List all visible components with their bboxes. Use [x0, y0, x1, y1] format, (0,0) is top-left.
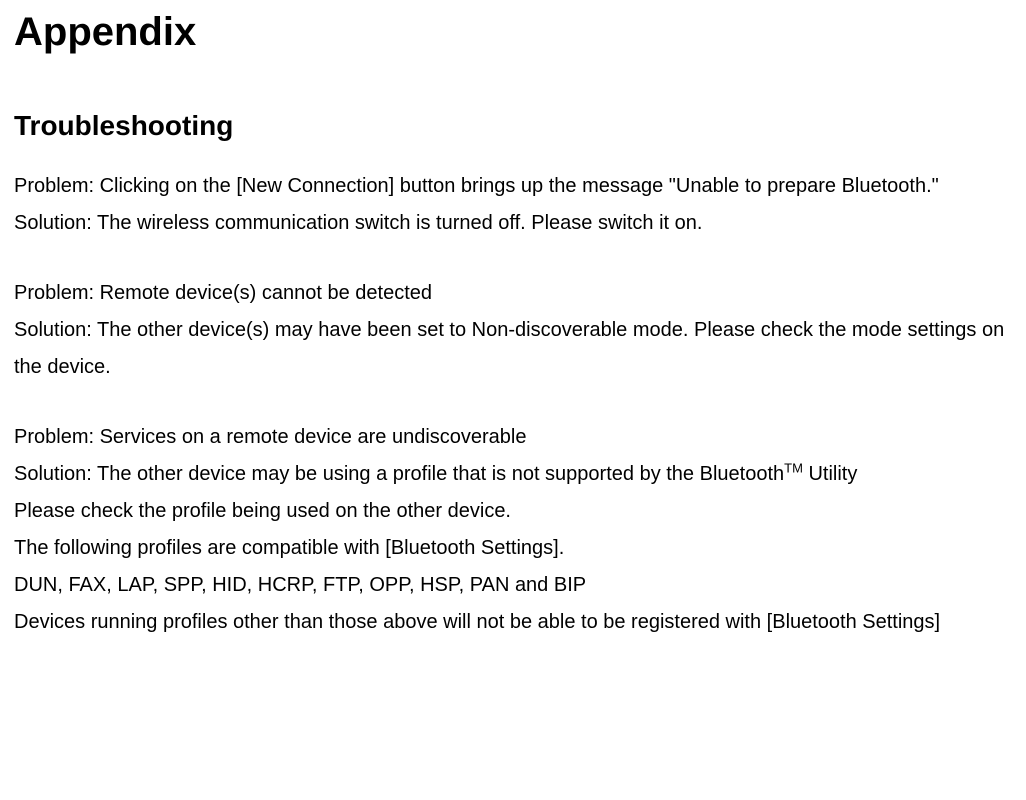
solution-text: Solution: The other device(s) may have b…: [14, 312, 1012, 386]
troubleshoot-block-2: Problem: Remote device(s) cannot be dete…: [14, 275, 1012, 386]
troubleshoot-block-3: Problem: Services on a remote device are…: [14, 419, 1012, 641]
solution-text: Solution: The wireless communication swi…: [14, 205, 1012, 242]
solution-pre: Solution: The other device may be using …: [14, 463, 784, 485]
problem-text: Problem: Clicking on the [New Connection…: [14, 168, 1012, 205]
section-heading: Troubleshooting: [14, 108, 1012, 144]
troubleshoot-block-1: Problem: Clicking on the [New Connection…: [14, 168, 1012, 242]
trademark-symbol: TM: [784, 461, 803, 476]
solution-text: Solution: The other device may be using …: [14, 456, 1012, 493]
solution-detail: Please check the profile being used on t…: [14, 493, 1012, 530]
profile-list: DUN, FAX, LAP, SPP, HID, HCRP, FTP, OPP,…: [14, 567, 1012, 604]
solution-detail: Devices running profiles other than thos…: [14, 604, 1012, 641]
solution-post: Utility: [803, 463, 857, 485]
problem-text: Problem: Services on a remote device are…: [14, 419, 1012, 456]
solution-detail: The following profiles are compatible wi…: [14, 530, 1012, 567]
page-title: Appendix: [14, 8, 1012, 56]
problem-text: Problem: Remote device(s) cannot be dete…: [14, 275, 1012, 312]
